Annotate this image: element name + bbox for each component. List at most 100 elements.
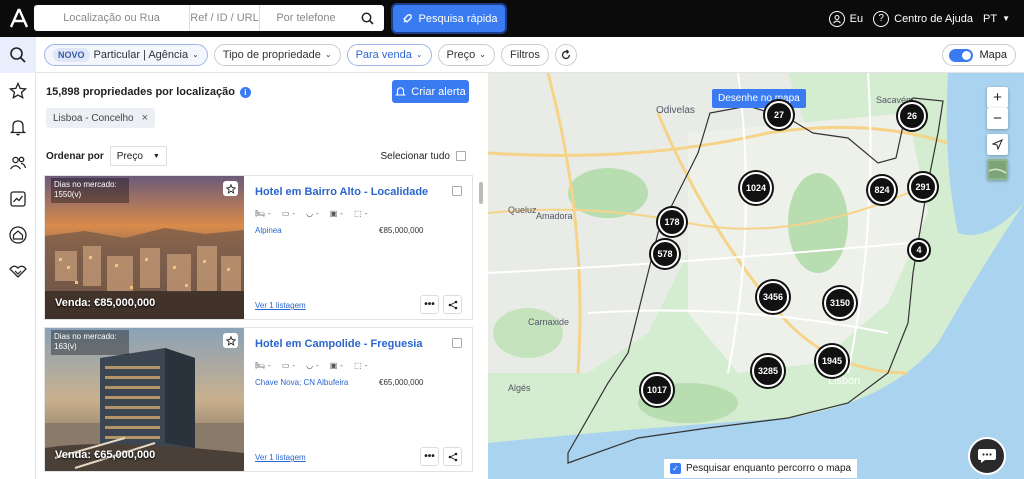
close-icon[interactable]: × <box>142 112 148 124</box>
price-filter[interactable]: Preço ⌄ <box>437 43 495 66</box>
owner-type-filter[interactable]: NOVO Particular | Agência ⌄ <box>44 43 208 66</box>
more-filters-button[interactable]: Filtros <box>500 43 549 66</box>
transaction-type-filter[interactable]: Para venda ⌄ <box>346 43 432 66</box>
map-cluster[interactable]: 26 <box>898 102 926 130</box>
me-menu[interactable]: Eu <box>828 10 863 27</box>
share-button[interactable] <box>443 295 462 314</box>
rail-contacts[interactable] <box>0 145 36 181</box>
sofa-icon: ▭ <box>281 209 290 218</box>
info-icon[interactable]: i <box>239 86 251 98</box>
search-icon <box>10 47 26 63</box>
bath-icon: ◡ <box>306 209 314 218</box>
star-icon <box>9 82 27 100</box>
favorite-button[interactable] <box>223 333 238 348</box>
map-cluster[interactable]: 1945 <box>816 345 848 377</box>
ref-search-input[interactable]: Ref / ID / URL <box>190 5 260 31</box>
search-while-moving[interactable]: ✓ Pesquisar enquanto percorro o mapa <box>664 459 858 478</box>
property-location[interactable]: Alpinea <box>255 226 282 235</box>
favorite-button[interactable] <box>223 181 238 196</box>
logo-icon[interactable] <box>8 7 30 29</box>
map-cluster[interactable]: 824 <box>868 176 896 204</box>
caret-down-icon: ▼ <box>152 152 160 160</box>
sofa-feature: ▭ - <box>281 361 296 370</box>
map-switch[interactable] <box>949 48 974 62</box>
property-photo[interactable]: Dias no mercado: 163(v) Venda: €65,000,0… <box>45 328 244 471</box>
locate-button[interactable] <box>987 134 1008 155</box>
list-scrollbar[interactable] <box>479 182 483 204</box>
results-list: 15,898 propriedades por localização i Cr… <box>36 73 488 479</box>
rail-favorites[interactable] <box>0 73 36 109</box>
map-cluster[interactable]: 1017 <box>641 374 673 406</box>
property-title[interactable]: Hotel em Bairro Alto - Localidade <box>255 186 428 198</box>
chevron-down-icon: ⌄ <box>415 50 423 59</box>
map-cluster[interactable]: 291 <box>909 173 937 201</box>
days-on-market: Dias no mercado: 163(v) <box>51 330 129 355</box>
sort-select[interactable]: Preço ▼ <box>109 146 167 166</box>
property-location[interactable]: Chave Nova; CN Albufeira <box>255 378 348 387</box>
property-title[interactable]: Hotel em Campolide - Freguesia <box>255 338 422 350</box>
satellite-thumbnail-icon <box>989 161 1006 178</box>
car-icon: ▣ <box>329 361 338 370</box>
bed-feature: 🛏 - <box>255 209 271 218</box>
rail-alerts[interactable] <box>0 109 36 145</box>
map-label: Algés <box>508 383 531 393</box>
more-icon: ••• <box>424 451 435 462</box>
bed-icon: 🛏 <box>255 209 266 218</box>
quick-search-button[interactable]: Pesquisa rápida <box>393 5 505 32</box>
area-feature: ⬚ - <box>353 209 368 218</box>
more-options-button[interactable]: ••• <box>420 447 439 466</box>
star-icon <box>225 183 236 194</box>
create-alert-button[interactable]: Criar alerta <box>392 80 469 103</box>
handshake-icon <box>9 265 27 278</box>
phone-search-input[interactable]: Por telefone <box>260 5 352 31</box>
area-icon: ⬚ <box>353 209 362 218</box>
search-icon[interactable] <box>352 5 382 31</box>
sort-row: Ordenar por Preço ▼ Selecionar tudo <box>46 146 466 166</box>
map-label: Amadora <box>536 211 573 221</box>
view-listing-link[interactable]: Ver 1 listagem <box>255 301 306 310</box>
rail-add-property[interactable] <box>0 217 36 253</box>
card-checkbox[interactable] <box>452 186 462 196</box>
map-cluster[interactable]: 3456 <box>757 281 789 313</box>
language-selector[interactable]: PT ▼ <box>983 13 1010 25</box>
zoom-out-button[interactable]: − <box>987 108 1008 129</box>
property-features: 🛏 - ▭ - ◡ - ▣ - ⬚ - <box>255 361 367 370</box>
property-type-filter[interactable]: Tipo de propriedade ⌄ <box>213 43 341 66</box>
reset-filters-button[interactable] <box>554 43 577 66</box>
property-card[interactable]: Dias no mercado: 163(v) Venda: €65,000,0… <box>44 327 473 472</box>
help-center-link[interactable]: ? Centro de Ajuda <box>873 10 973 27</box>
map-cluster[interactable]: 27 <box>765 101 793 129</box>
map-cluster[interactable]: 3150 <box>824 287 856 319</box>
map-cluster[interactable]: 1024 <box>740 172 772 204</box>
more-options-button[interactable]: ••• <box>420 295 439 314</box>
rail-search[interactable] <box>0 37 36 73</box>
chat-button[interactable] <box>968 437 1006 475</box>
rail-analytics[interactable] <box>0 181 36 217</box>
map-cluster[interactable]: 3285 <box>752 355 784 387</box>
draw-on-map-button[interactable]: Desenhe no mapa <box>712 89 806 108</box>
rail-partners[interactable] <box>0 253 36 289</box>
map-toggle[interactable]: Mapa <box>942 44 1016 66</box>
map-layer-button[interactable] <box>987 159 1008 180</box>
sale-price-overlay: Venda: €85,000,000 <box>55 297 156 309</box>
card-checkbox[interactable] <box>452 338 462 348</box>
map-cluster[interactable]: 4 <box>909 240 929 260</box>
share-button[interactable] <box>443 447 462 466</box>
zoom-in-button[interactable]: + <box>987 87 1008 108</box>
checkbox-checked-icon[interactable]: ✓ <box>670 463 681 474</box>
view-listing-link[interactable]: Ver 1 listagem <box>255 453 306 462</box>
property-card[interactable]: Dias no mercado: 1550(v) Venda: €85,000,… <box>44 175 473 320</box>
property-photo[interactable]: Dias no mercado: 1550(v) Venda: €85,000,… <box>45 176 244 319</box>
location-search-input[interactable]: Localização ou Rua <box>34 5 190 31</box>
results-count: 15,898 propriedades por localização i <box>46 86 251 98</box>
map-view[interactable]: Odivelas Sacavém Amadora Queluz Carnaxid… <box>488 73 1024 479</box>
search-box: Localização ou Rua Ref / ID / URL Por te… <box>34 5 384 31</box>
select-all-checkbox[interactable] <box>456 151 466 161</box>
property-features: 🛏 - ▭ - ◡ - ▣ - ⬚ - <box>255 209 367 218</box>
map-label: Queluz <box>508 205 537 215</box>
map-cluster[interactable]: 178 <box>658 208 686 236</box>
share-icon <box>448 300 457 309</box>
map-cluster[interactable]: 578 <box>651 240 679 268</box>
sale-price-overlay: Venda: €65,000,000 <box>55 449 156 461</box>
bell-icon <box>9 120 27 136</box>
